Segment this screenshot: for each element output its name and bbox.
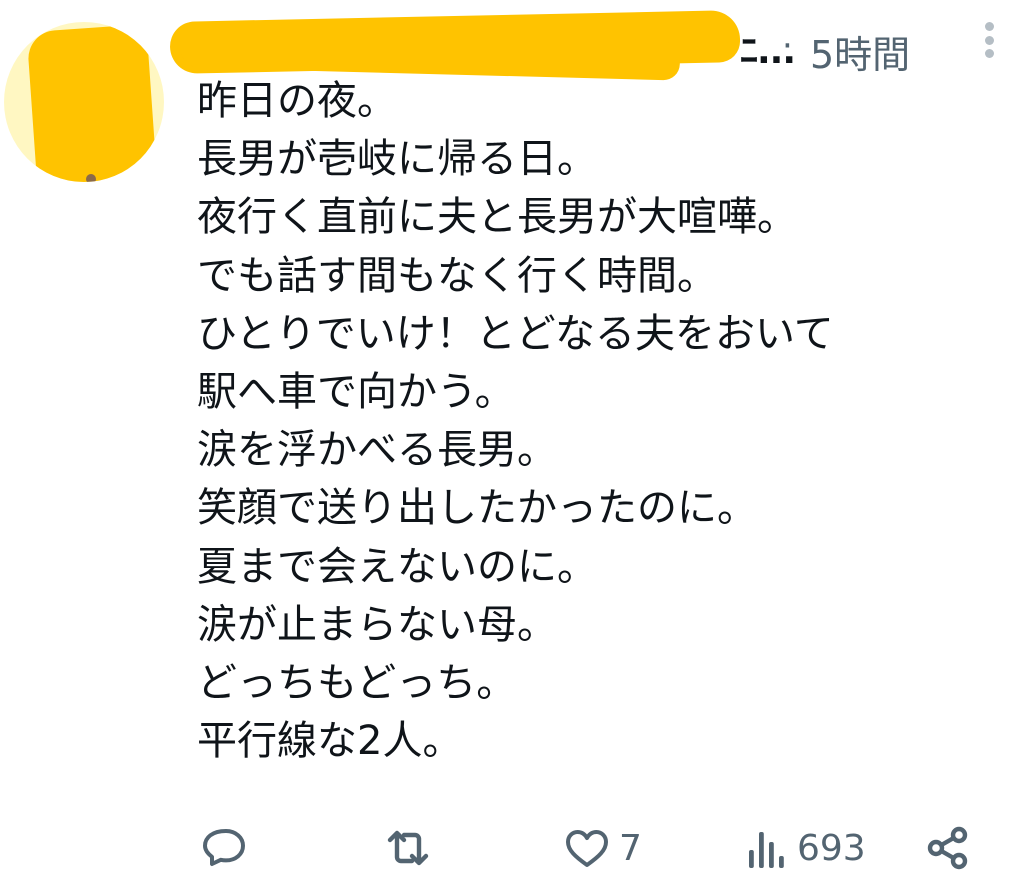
like-button[interactable]: 7	[563, 818, 642, 878]
heart-icon	[566, 830, 608, 867]
tweet-text-line: 昨日の夜。	[197, 78, 397, 124]
reply-button[interactable]	[200, 818, 248, 878]
retweet-button[interactable]	[380, 818, 436, 878]
tweet-text-line: 笑顔で送り出したかったのに。	[197, 485, 757, 532]
avatar-redaction	[26, 24, 158, 182]
views-count: 693	[797, 827, 866, 869]
more-dot-icon	[984, 22, 994, 31]
tweet: ﾆ... · 5時間 昨日の夜。 長男が壱岐に帰る日。 夜行く直前に夫と長男が大…	[0, 0, 1010, 883]
share-icon	[927, 826, 968, 870]
reply-icon	[203, 829, 245, 866]
share-button[interactable]	[924, 818, 972, 878]
tweet-text-line: 涙を浮かべる長男。	[197, 427, 557, 474]
tweet-text-line: どっちもどっち。	[197, 660, 517, 707]
header-separator: ·	[782, 26, 793, 66]
avatar-detail	[86, 174, 96, 182]
tweet-text-line: 平行線な2人。	[197, 718, 463, 765]
views-button[interactable]: 693	[745, 818, 866, 878]
more-dot-icon	[984, 35, 994, 45]
action-bar: 7 693	[0, 818, 1010, 878]
views-chart-icon	[749, 832, 784, 868]
tweet-text-line: 夜行く直前に夫と長男が大喧嘩。	[197, 194, 797, 241]
retweet-icon	[387, 830, 429, 866]
more-options-button[interactable]	[974, 18, 1004, 62]
tweet-header: ﾆ... · 5時間	[169, 10, 1000, 81]
tweet-text-line: 夏まで会えないのに。	[197, 543, 597, 590]
tweet-text-line: 長男が壱岐に帰る日。	[197, 136, 597, 183]
tweet-text-line: 駅へ車で向かう。	[197, 369, 515, 416]
like-count: 7	[619, 827, 642, 869]
timestamp[interactable]: 5時間	[810, 24, 910, 79]
avatar[interactable]	[4, 22, 164, 182]
tweet-text-line: 涙が止まらない母。	[197, 601, 557, 648]
more-dot-icon	[984, 49, 994, 58]
tweet-text-line: ひとりでいけ！とどなる夫をおいて	[197, 310, 834, 357]
tweet-text-line: でも話す間もなく行く時間。	[197, 252, 717, 299]
tweet-text: 昨日の夜。 長男が壱岐に帰る日。 夜行く直前に夫と長男が大喧嘩。 でも話す間もな…	[197, 72, 987, 770]
